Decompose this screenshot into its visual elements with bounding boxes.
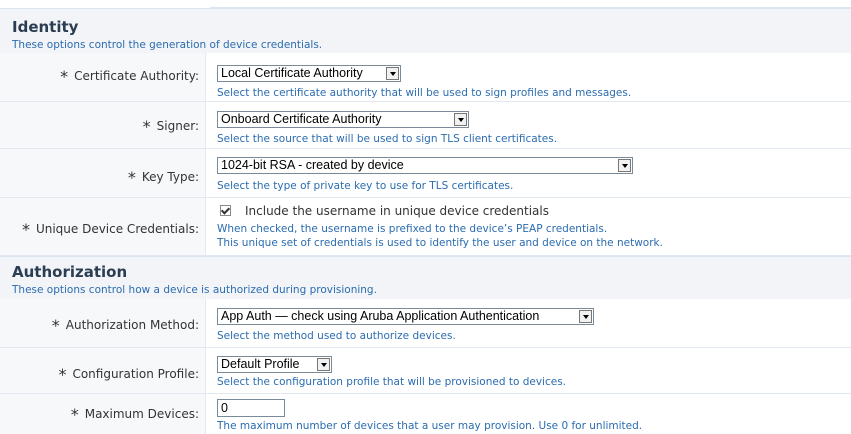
unique-device-credentials-label: Unique Device Credentials: <box>35 222 199 236</box>
required-marker: * <box>58 365 67 384</box>
chevron-down-icon <box>317 358 330 371</box>
required-marker: * <box>127 168 136 187</box>
required-marker: * <box>51 316 60 335</box>
chevron-down-icon <box>386 67 399 80</box>
identity-section-header: Identity These options control the gener… <box>0 8 851 54</box>
maximum-devices-label: Maximum Devices: <box>84 407 199 421</box>
certificate-authority-label: Certificate Authority: <box>74 69 199 83</box>
key-type-label: Key Type: <box>141 170 199 184</box>
field-certificate-authority: * Certificate Authority: Local Certificat… <box>0 53 851 102</box>
identity-section-description: These options control the generation of … <box>12 39 323 51</box>
authorization-method-select[interactable]: App Auth — check using Aruba Application… <box>217 308 594 325</box>
configuration-profile-hint: Select the configuration profile that wi… <box>217 376 567 388</box>
authorization-method-label: Authorization Method: <box>65 318 199 332</box>
key-type-select[interactable]: 1024-bit RSA - created by device <box>217 157 633 174</box>
signer-label: Signer: <box>156 119 199 133</box>
configuration-profile-label: Configuration Profile: <box>72 367 199 381</box>
field-unique-device-credentials: * Unique Device Credentials: Include the … <box>0 198 851 256</box>
signer-hint: Select the source that will be used to s… <box>217 133 558 145</box>
certificate-authority-hint: Select the certificate authority that wi… <box>217 87 632 99</box>
unique-device-credentials-hint-1: When checked, the username is prefixed t… <box>217 223 608 235</box>
authorization-method-hint: Select the method used to authorize devi… <box>217 330 456 342</box>
configuration-profile-select[interactable]: Default Profile <box>217 356 332 373</box>
chevron-down-icon <box>618 159 631 172</box>
authorization-section-title: Authorization <box>12 263 128 281</box>
field-key-type: * Key Type: 1024-bit RSA - created by dev… <box>0 149 851 198</box>
identity-section-title: Identity <box>12 18 79 36</box>
top-border <box>0 0 851 8</box>
unique-device-credentials-hint-2: This unique set of credentials is used t… <box>217 237 663 249</box>
required-marker: * <box>142 117 151 136</box>
key-type-hint: Select the type of private key to use fo… <box>217 180 514 192</box>
chevron-down-icon <box>454 113 467 126</box>
field-signer: * Signer: Onboard Certificate Authority S… <box>0 102 851 149</box>
authorization-section-description: These options control how a device is au… <box>12 284 377 296</box>
required-marker: * <box>70 405 79 424</box>
unique-device-credentials-checkbox[interactable] <box>220 205 231 216</box>
required-marker: * <box>21 220 30 239</box>
maximum-devices-input[interactable]: 0 <box>217 399 285 417</box>
maximum-devices-hint: The maximum number of devices that a use… <box>217 420 643 432</box>
authorization-section-header: Authorization These options control how … <box>0 256 851 300</box>
required-marker: * <box>60 67 69 86</box>
chevron-down-icon <box>579 310 592 323</box>
field-authorization-method: * Authorization Method: App Auth — check … <box>0 299 851 348</box>
field-configuration-profile: * Configuration Profile: Default Profile … <box>0 348 851 394</box>
field-maximum-devices: * Maximum Devices: 0 The maximum number o… <box>0 394 851 434</box>
signer-select[interactable]: Onboard Certificate Authority <box>217 111 469 128</box>
certificate-authority-select[interactable]: Local Certificate Authority <box>217 65 401 82</box>
unique-device-credentials-checkbox-label[interactable]: Include the username in unique device cr… <box>245 204 549 218</box>
